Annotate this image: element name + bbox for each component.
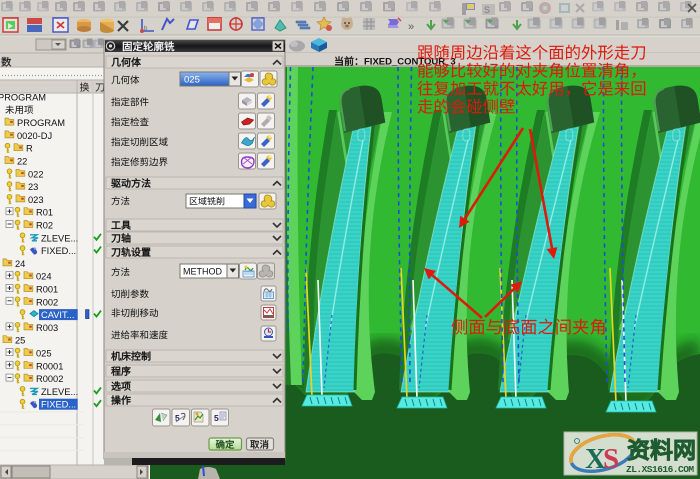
svg-text:R0001: R0001 <box>36 361 63 371</box>
svg-text:CAVIT...: CAVIT... <box>41 310 74 320</box>
svg-text:023: 023 <box>28 195 44 205</box>
svg-text:ZL.XS1616.COM: ZL.XS1616.COM <box>626 464 694 475</box>
svg-text:ZLEVE...: ZLEVE... <box>41 233 78 243</box>
svg-text:024: 024 <box>36 272 52 282</box>
svg-text:R02: R02 <box>36 221 53 231</box>
svg-text:ZLEVE...: ZLEVE... <box>41 387 78 397</box>
svg-text:R: R <box>26 144 33 154</box>
svg-text:FIXED...: FIXED... <box>41 246 76 256</box>
svg-text:5: 5 <box>214 413 219 423</box>
svg-text:R002: R002 <box>36 297 58 307</box>
svg-text:25: 25 <box>15 336 25 346</box>
svg-text:R001: R001 <box>36 285 58 295</box>
svg-text:S: S <box>603 443 619 475</box>
svg-text:PROGRAM: PROGRAM <box>0 93 46 103</box>
svg-text:FIXED...: FIXED... <box>41 400 76 410</box>
svg-text:025: 025 <box>184 75 200 86</box>
svg-text:PROGRAM: PROGRAM <box>17 118 65 128</box>
svg-text:R0002: R0002 <box>36 374 63 384</box>
svg-text:R003: R003 <box>36 323 58 333</box>
svg-text:025: 025 <box>36 349 52 359</box>
svg-text:0020-DJ: 0020-DJ <box>17 131 52 141</box>
svg-text:METHOD: METHOD <box>183 267 222 277</box>
svg-text:5: 5 <box>175 413 180 423</box>
svg-text:022: 022 <box>28 169 44 179</box>
svg-text:R01: R01 <box>36 208 53 218</box>
svg-text:22: 22 <box>17 157 27 167</box>
svg-text:24: 24 <box>15 259 25 269</box>
svg-text:23: 23 <box>28 182 38 192</box>
